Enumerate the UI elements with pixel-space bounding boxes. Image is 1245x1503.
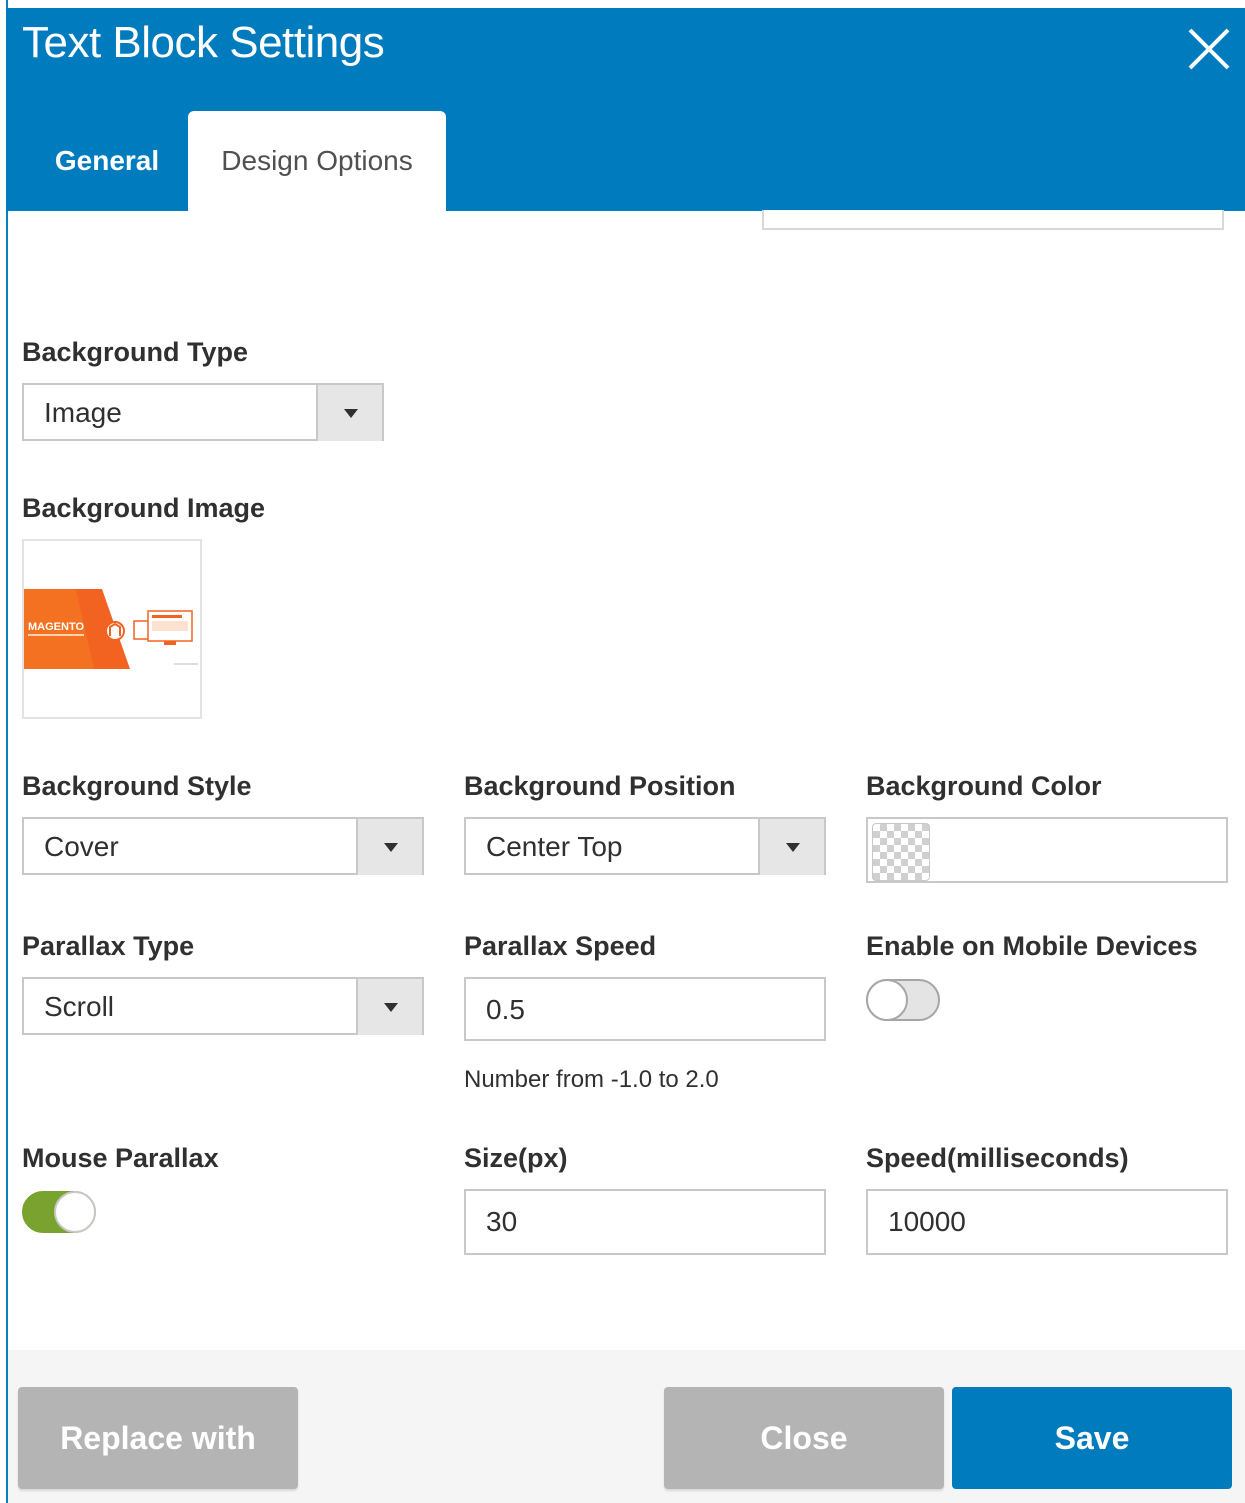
background-color-label: Background Color bbox=[866, 771, 1102, 801]
background-type-select[interactable]: Image bbox=[22, 383, 384, 441]
caret-down-icon bbox=[344, 409, 358, 418]
close-button[interactable]: Close bbox=[664, 1387, 944, 1489]
caret-down-icon bbox=[384, 843, 398, 852]
modal-footer: Replace with Close Save bbox=[8, 1350, 1245, 1503]
background-style-value: Cover bbox=[44, 831, 119, 862]
modal-header: Text Block Settings General Design Optio… bbox=[6, 8, 1245, 211]
background-position-select[interactable]: Center Top bbox=[464, 817, 826, 875]
enable-mobile-label: Enable on Mobile Devices bbox=[866, 931, 1198, 961]
parallax-type-label: Parallax Type bbox=[22, 931, 195, 961]
parallax-speed-hint: Number from -1.0 to 2.0 bbox=[464, 1066, 719, 1093]
background-type-value: Image bbox=[44, 397, 122, 428]
modal-title: Text Block Settings bbox=[22, 18, 385, 67]
enable-mobile-toggle[interactable] bbox=[866, 979, 940, 1021]
parallax-type-select[interactable]: Scroll bbox=[22, 977, 424, 1035]
speed-ms-label: Speed(milliseconds) bbox=[866, 1143, 1129, 1173]
speed-ms-value: 10000 bbox=[888, 1206, 966, 1237]
background-image-label: Background Image bbox=[22, 493, 266, 523]
background-image-thumbnail[interactable]: MAGENTO bbox=[22, 539, 202, 719]
caret-down-icon bbox=[786, 843, 800, 852]
toggle-knob bbox=[866, 979, 908, 1021]
background-style-select[interactable]: Cover bbox=[22, 817, 424, 875]
tab-general[interactable]: General bbox=[22, 111, 192, 211]
close-icon[interactable] bbox=[1182, 22, 1238, 78]
mouse-parallax-label: Mouse Parallax bbox=[22, 1143, 219, 1173]
modal-left-border bbox=[6, 0, 8, 1503]
text-block-settings-modal: Text Block Settings General Design Optio… bbox=[0, 0, 1245, 1503]
thumbnail-magento-text: MAGENTO bbox=[28, 621, 84, 633]
tab-design-options[interactable]: Design Options bbox=[188, 111, 446, 211]
background-position-value: Center Top bbox=[486, 831, 623, 862]
size-px-input[interactable]: 30 bbox=[464, 1189, 826, 1255]
select-arrow-box bbox=[758, 819, 824, 875]
replace-with-button[interactable]: Replace with bbox=[18, 1387, 298, 1489]
transparent-color-swatch[interactable] bbox=[872, 823, 930, 881]
partial-input-above[interactable] bbox=[762, 210, 1224, 230]
select-arrow-box bbox=[356, 819, 422, 875]
parallax-type-value: Scroll bbox=[44, 991, 115, 1022]
save-button[interactable]: Save bbox=[952, 1387, 1232, 1489]
parallax-speed-value: 0.5 bbox=[486, 994, 525, 1025]
background-position-label: Background Position bbox=[464, 771, 736, 801]
select-arrow-box bbox=[356, 979, 422, 1035]
select-arrow-box bbox=[316, 385, 382, 441]
mouse-parallax-toggle[interactable] bbox=[22, 1191, 96, 1233]
parallax-speed-label: Parallax Speed bbox=[464, 931, 657, 961]
toggle-knob bbox=[54, 1191, 96, 1233]
caret-down-icon bbox=[384, 1003, 398, 1012]
size-px-label: Size(px) bbox=[464, 1143, 568, 1173]
background-type-label: Background Type bbox=[22, 337, 249, 367]
size-px-value: 30 bbox=[486, 1206, 518, 1237]
background-style-label: Background Style bbox=[22, 771, 252, 801]
speed-ms-input[interactable]: 10000 bbox=[866, 1189, 1228, 1255]
parallax-speed-input[interactable]: 0.5 bbox=[464, 977, 826, 1041]
